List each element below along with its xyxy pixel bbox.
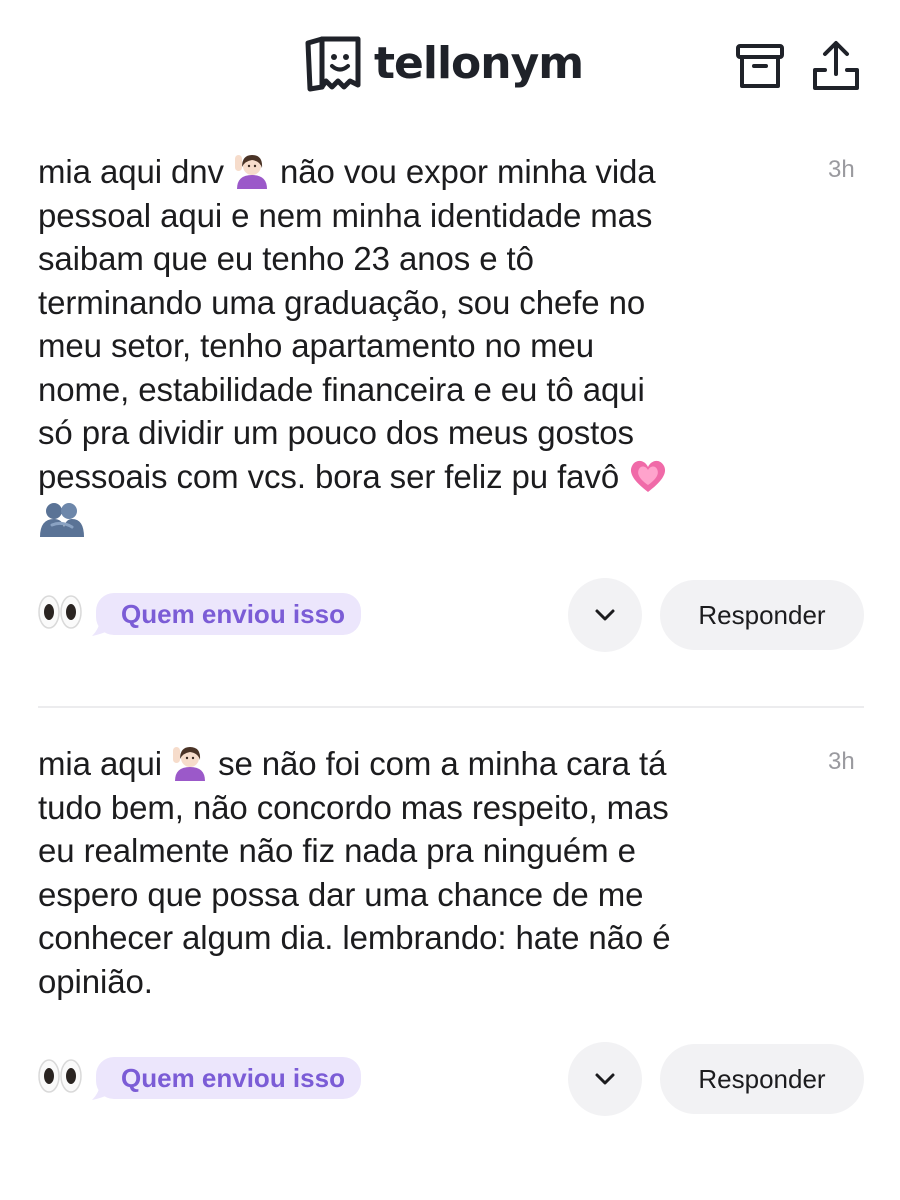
chevron-down-icon [595,1073,615,1085]
tell-timestamp: 3h [828,748,855,775]
person-raising-hand-emoji-icon [171,745,209,781]
archive-box-icon [736,44,784,88]
archive-button[interactable] [734,40,786,92]
eyes-emoji-icon [38,595,82,629]
tell-text-line: meu setor, tenho apartamento no meu [38,327,595,364]
who-sent-this-button[interactable]: Quem enviou isso [96,593,361,635]
tell-text: mia aqui se não foi com a minha cara tá t… [38,742,798,1003]
tell-text-line: conhecer algum dia. lembrando: hate não … [38,919,671,956]
tellonym-logo-icon [305,36,361,92]
tell-text-line: opinião. [38,962,153,1000]
tell-text-line: só pra dividir um pouco dos meus gostos [38,414,634,451]
chevron-down-icon [595,609,615,621]
tell-text-line: terminando uma graduação, sou chefe no [38,283,646,321]
who-sent-this-button[interactable]: Quem enviou isso [96,1057,361,1099]
tell-text-line: mia aqui se não foi com a minha cara tá [38,745,667,782]
tell-text-line: mia aqui dnv não vou expor minha vida [38,153,656,190]
share-button[interactable] [810,40,862,92]
tellonym-logo: tellonym [302,34,584,94]
tell-text-line: saibam que eu tenho 23 anos e tô [38,240,534,277]
tell-text-line [38,498,798,542]
reply-button[interactable]: Responder [660,580,864,650]
tell-actions: Quem enviou isso Responder [0,1040,900,1116]
person-raising-hand-emoji-icon [233,153,271,189]
tell-text-line: pessoal aqui e nem minha identidade mas [38,196,653,234]
logo-text: tellonym [374,38,584,89]
tell-text-line: eu realmente não fiz nada pra ninguém e [38,832,636,869]
tell-text-line: pessoais com vcs. bora ser feliz pu favô [38,455,798,499]
reply-button[interactable]: Responder [660,1044,864,1114]
share-upload-icon [813,41,859,90]
eyes-emoji-icon [38,1059,82,1093]
app-header: tellonym [0,0,900,110]
post-divider [38,706,864,708]
expand-options-button[interactable] [568,578,642,652]
tell-text-line: tudo bem, não concordo mas respeito, mas [38,788,669,826]
people-hugging-emoji-icon [38,501,86,537]
tell-text-line: espero que possa dar uma chance de me [38,875,644,913]
tell-text-line: nome, estabilidade financeira e eu tô aq… [38,370,645,408]
tell-actions: Quem enviou isso Responder [0,576,900,652]
expand-options-button[interactable] [568,1042,642,1116]
tell-text: mia aqui dnv não vou expor minha vida pes… [38,150,798,542]
growing-heart-emoji-icon [628,458,668,494]
tell-timestamp: 3h [828,156,855,183]
